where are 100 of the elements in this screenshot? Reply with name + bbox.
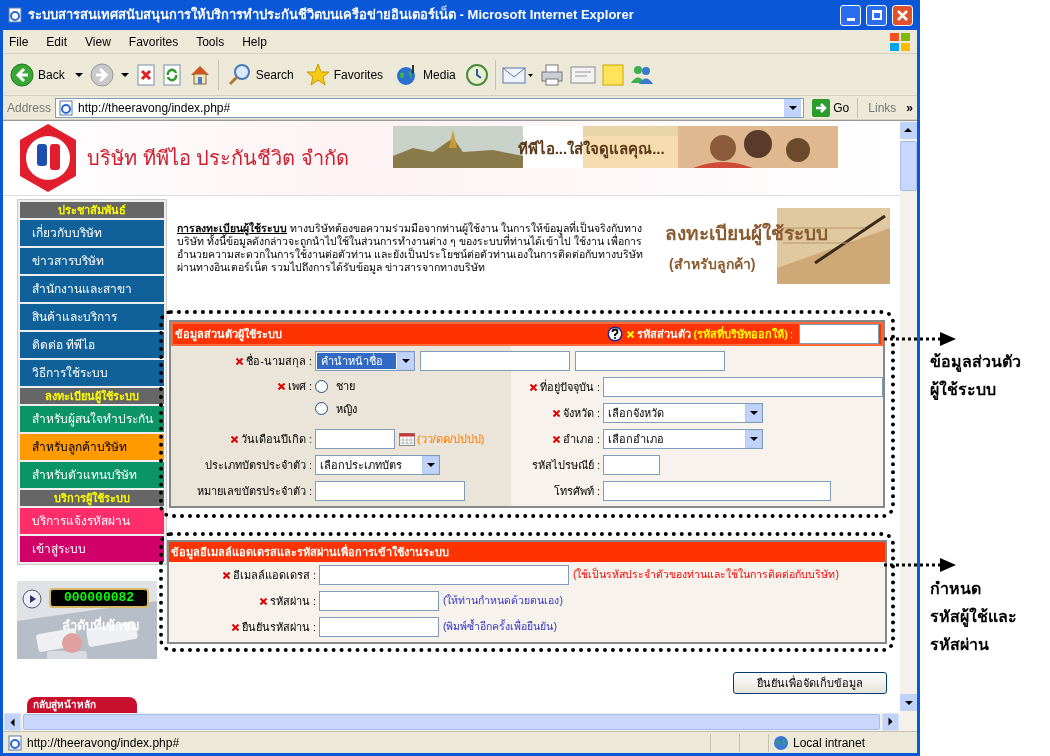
sidebar-item[interactable]: ติดต่อ ทีพีไอ xyxy=(20,332,164,358)
field-label: วันเดือนปีเกิด : xyxy=(240,431,312,447)
windows-logo-icon xyxy=(889,31,911,52)
input-field[interactable] xyxy=(603,455,660,475)
chevron-down-icon[interactable] xyxy=(787,103,798,112)
links-label[interactable]: Links xyxy=(862,98,903,117)
stop-icon[interactable] xyxy=(135,63,156,86)
dropdown-icon[interactable] xyxy=(119,70,130,79)
input-field[interactable] xyxy=(799,324,879,344)
banner-subtitle: (สำหรับลูกค้า) xyxy=(669,255,756,275)
toolbar-button[interactable]: Back xyxy=(7,59,68,90)
page-icon xyxy=(7,734,23,751)
chevron-label[interactable]: » xyxy=(906,98,913,117)
minimize-button[interactable] xyxy=(840,4,861,26)
menu-item[interactable]: Favorites xyxy=(128,32,179,51)
menu-item[interactable]: Tools xyxy=(196,32,225,51)
chevron-up-icon[interactable] xyxy=(903,126,914,135)
field-label: หมายเลขบัตรประจำตัว : xyxy=(196,483,312,499)
chevron-down-icon[interactable] xyxy=(903,698,914,707)
field-label: รหัสส่วนตัว xyxy=(636,326,691,342)
input-field[interactable] xyxy=(319,591,439,611)
submit-button[interactable]: ยืนยันเพื่อจัดเก็บข้อมูล xyxy=(733,672,887,694)
toolbar-button[interactable]: Search xyxy=(224,59,297,90)
hint-text: (พิมพ์ซ้ำอีกครั้งเพื่อยืนยัน) xyxy=(443,619,557,635)
scrollbar-thumb[interactable] xyxy=(23,714,880,730)
sidebar-item[interactable]: สินค้าและบริการ xyxy=(20,304,164,330)
form-title: ข้อมูลส่วนตัวผู้ใช้ระบบ xyxy=(175,326,283,343)
select-field[interactable]: เลือกประเภทบัตร xyxy=(315,455,440,475)
star-icon xyxy=(305,62,330,87)
input-field[interactable] xyxy=(603,481,831,501)
sidebar-item[interactable]: ข่าวสารบริษัท xyxy=(20,248,164,274)
sidebar-item[interactable]: บริการแจ้งรหัสผ่าน xyxy=(20,508,164,534)
scrollbar-thumb[interactable] xyxy=(900,141,917,191)
calendar-icon[interactable] xyxy=(399,432,415,446)
sidebar-item[interactable]: สำนักงานและสาขา xyxy=(20,276,164,302)
home-button[interactable]: กลับสู่หน้าหลัก xyxy=(27,697,137,713)
section-heading: ประชาสัมพันธ์ xyxy=(20,202,164,218)
radio-button[interactable]: หญิง xyxy=(315,400,357,417)
colon-text: : xyxy=(789,326,793,342)
scroll-left-button[interactable] xyxy=(4,713,21,731)
select-field[interactable]: คำนำหน้าชื่อ xyxy=(315,351,415,371)
input-field[interactable] xyxy=(420,351,570,371)
chevron-left-icon[interactable] xyxy=(8,717,17,727)
intro-paragraph: การลงทะเบียนผู้ใช้ระบบ ทางบริษัทต้องขอความร่วมมือจากท่านผู้ใช้งาน ในการให้ข้อมูลที่เป็นจริงกับทางบริษัท ทั้งนี้ข้อมูลดังกล่าวจะถูกนำไปใช้ในส่วนการทำงานต่าง ๆ ของระบบที่ท่านได้เข้าไป ใช้งาน เพื่อการอำนวยความสะดวกในการใช้งานต่อตัวท่าน และยังเป็นประโยชน์ต่อตัวท่านเองในการติดต่อกับทางบริษัท ผ่านทางอินเตอร์เน็ต รวมไปถึงการได้รับข้อมูล ข่าวสารจากทางบริษัท xyxy=(177,222,644,274)
section-heading: ลงทะเบียนผู้ใช้ระบบ xyxy=(20,388,164,404)
toolbar-button[interactable]: Favorites xyxy=(302,59,387,90)
chevron-down-icon[interactable] xyxy=(425,461,436,469)
company-name: บริษัท ทีพีไอ ประกันชีวิต จำกัด xyxy=(87,146,349,171)
back-icon xyxy=(10,62,34,87)
go-button[interactable]: Go xyxy=(808,98,854,117)
input-field[interactable] xyxy=(319,617,439,637)
menu-item[interactable]: View xyxy=(85,32,111,51)
help-icon[interactable] xyxy=(606,326,623,342)
status-text: http://theeravong/index.php# xyxy=(27,734,181,752)
sidebar-item[interactable]: วิธีการใช้ระบบ xyxy=(20,360,164,386)
history-icon[interactable] xyxy=(464,62,489,87)
section-heading: บริการผู้ใช้ระบบ xyxy=(20,490,164,506)
field-label: โทรศัพท์ : xyxy=(553,483,600,499)
scroll-down-button[interactable] xyxy=(900,694,917,711)
chevron-down-icon[interactable] xyxy=(400,357,411,365)
field-label: ประเภทบัตรประจำตัว : xyxy=(204,457,312,473)
search-icon xyxy=(227,62,252,87)
menu-item[interactable]: File xyxy=(9,32,29,51)
dropdown-icon[interactable] xyxy=(73,70,84,79)
sidebar-item[interactable]: สำหรับลูกค้าบริษัท xyxy=(20,434,164,460)
chevron-down-icon[interactable] xyxy=(748,409,759,417)
chevron-right-icon[interactable] xyxy=(886,717,895,727)
hint-text: (รหัสที่บริษัทออกให้) xyxy=(693,325,788,342)
input-field[interactable] xyxy=(603,377,883,397)
field-label: เพศ : xyxy=(287,379,312,394)
select-field[interactable]: เลือกอำเภอ xyxy=(603,429,763,449)
input-field[interactable] xyxy=(315,481,465,501)
field-label: ชื่อ-นามสกุล : xyxy=(246,352,312,370)
printer-icon[interactable] xyxy=(539,62,564,87)
sidebar-item[interactable]: สำหรับผู้สนใจทำประกัน xyxy=(20,406,164,432)
select-field[interactable]: เลือกจังหวัด xyxy=(603,403,763,423)
field-label: จังหวัด : xyxy=(562,405,600,421)
input-field[interactable] xyxy=(315,429,395,449)
field-label: รหัสผ่าน : xyxy=(269,593,316,609)
sidebar-item[interactable]: สำหรับตัวแทนบริษัท xyxy=(20,462,164,488)
menu-item[interactable]: Help xyxy=(242,32,267,51)
scroll-up-button[interactable] xyxy=(900,122,917,139)
close-button[interactable] xyxy=(892,4,913,26)
radio-button[interactable]: ชาย xyxy=(315,378,357,395)
address-field[interactable]: http://theeravong/index.php# xyxy=(55,97,805,118)
sidebar-item[interactable]: เข้าสู่ระบบ xyxy=(20,536,164,562)
input-field[interactable] xyxy=(575,351,725,371)
address-label: Address xyxy=(7,99,52,117)
toolbar-button[interactable]: Media xyxy=(392,59,459,90)
menu-item[interactable]: Edit xyxy=(46,32,68,51)
refresh-icon[interactable] xyxy=(161,63,182,86)
annotation-text: ข้อมูลส่วนตัว ผู้ใช้ระบบ xyxy=(930,352,1021,402)
chevron-down-icon[interactable] xyxy=(748,435,759,443)
hint-text: (วว/ดด/ปปปป) xyxy=(417,431,485,447)
scroll-right-button[interactable] xyxy=(882,713,899,731)
sidebar-item[interactable]: เกี่ยวกับบริษัท xyxy=(20,220,164,246)
input-field[interactable] xyxy=(319,565,569,585)
maximize-button[interactable] xyxy=(866,4,887,26)
play-icon[interactable] xyxy=(22,589,42,609)
forward-icon[interactable] xyxy=(89,62,114,87)
